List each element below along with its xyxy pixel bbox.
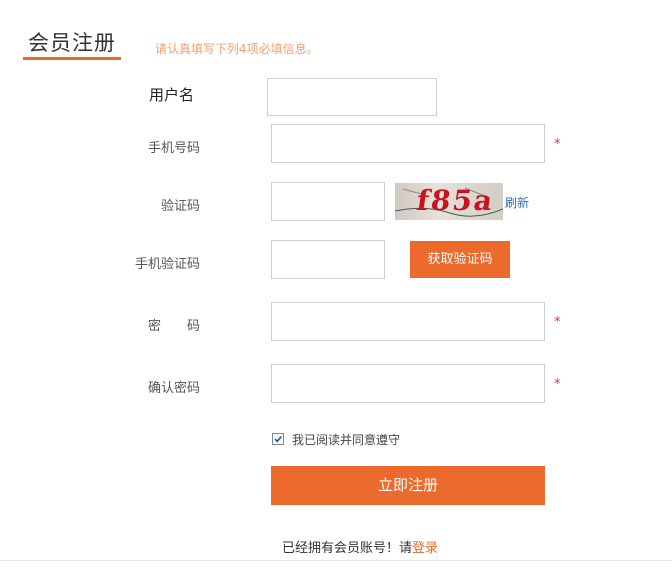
login-prompt-text: 已经拥有会员账号！请 <box>282 541 413 556</box>
title-underline <box>23 57 121 60</box>
username-label: 用户名 <box>149 86 195 104</box>
get-code-button[interactable]: 获取验证码 <box>410 241 510 278</box>
checkmark-icon <box>274 435 282 443</box>
phone-input[interactable] <box>271 124 545 163</box>
phone-label: 手机号码 <box>147 141 200 156</box>
sms-code-label: 手机验证码 <box>134 257 200 272</box>
sms-code-input[interactable] <box>271 240 385 279</box>
captcha-text: f85a <box>414 184 497 217</box>
form-hint: 请认真填写下列4项必填信息。 <box>155 42 319 56</box>
password-label: 密 码 <box>147 319 200 334</box>
phone-required-mark: * <box>554 137 561 152</box>
captcha-refresh-link[interactable]: 刷新 <box>505 194 529 211</box>
confirm-password-input[interactable] <box>271 364 545 403</box>
bottom-divider <box>0 560 672 561</box>
agreement-label: 我已阅读并同意遵守 <box>292 433 401 447</box>
agreement-checkbox[interactable] <box>272 433 284 445</box>
password-required-mark: * <box>554 315 561 330</box>
login-link[interactable]: 登录 <box>412 541 438 556</box>
confirm-password-label: 确认密码 <box>147 381 200 396</box>
login-prompt: 已经拥有会员账号！请登录 <box>282 537 438 556</box>
captcha-image[interactable]: f85a <box>395 183 503 220</box>
captcha-input[interactable] <box>271 182 385 221</box>
confirm-password-required-mark: * <box>554 377 561 392</box>
captcha-label: 验证码 <box>160 199 200 214</box>
username-input[interactable] <box>267 78 437 116</box>
password-input[interactable] <box>271 302 545 341</box>
register-button[interactable]: 立即注册 <box>271 466 545 505</box>
page-title: 会员注册 <box>28 31 116 55</box>
